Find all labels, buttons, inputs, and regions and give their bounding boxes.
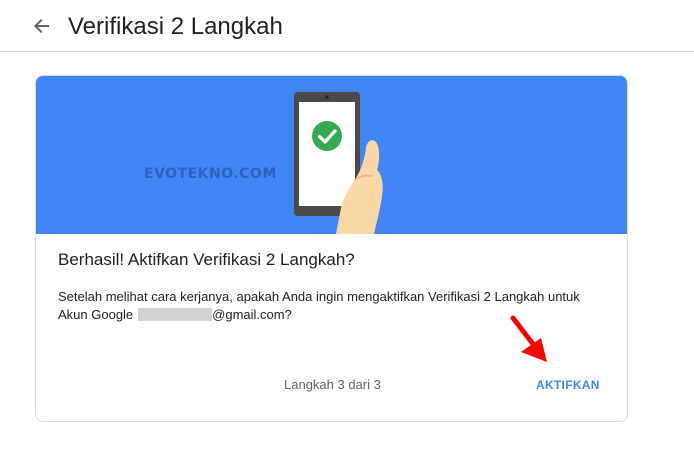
- page-title: Verifikasi 2 Langkah: [68, 13, 283, 40]
- arrow-back-icon: [34, 19, 49, 33]
- back-button[interactable]: [30, 14, 54, 38]
- redacted-email: [138, 308, 213, 321]
- hero-banner: EVOTEKNO.COM: [36, 76, 627, 234]
- red-arrow-annotation: [510, 315, 547, 362]
- body-account-suffix: @gmail.com?: [212, 307, 292, 322]
- page-header: Verifikasi 2 Langkah: [0, 0, 694, 52]
- activate-button[interactable]: AKTIFKAN: [528, 372, 608, 398]
- body-line-1: Setelah melihat cara kerjanya, apakah An…: [58, 289, 580, 304]
- body-account-prefix: Akun Google: [58, 307, 134, 322]
- phone-checkmark-illustration: [294, 92, 383, 234]
- step-indicator: Langkah 3 dari 3: [284, 377, 381, 392]
- card-title: Berhasil! Aktifkan Verifikasi 2 Langkah?: [58, 250, 355, 269]
- watermark-text: EVOTEKNO.COM: [144, 166, 277, 182]
